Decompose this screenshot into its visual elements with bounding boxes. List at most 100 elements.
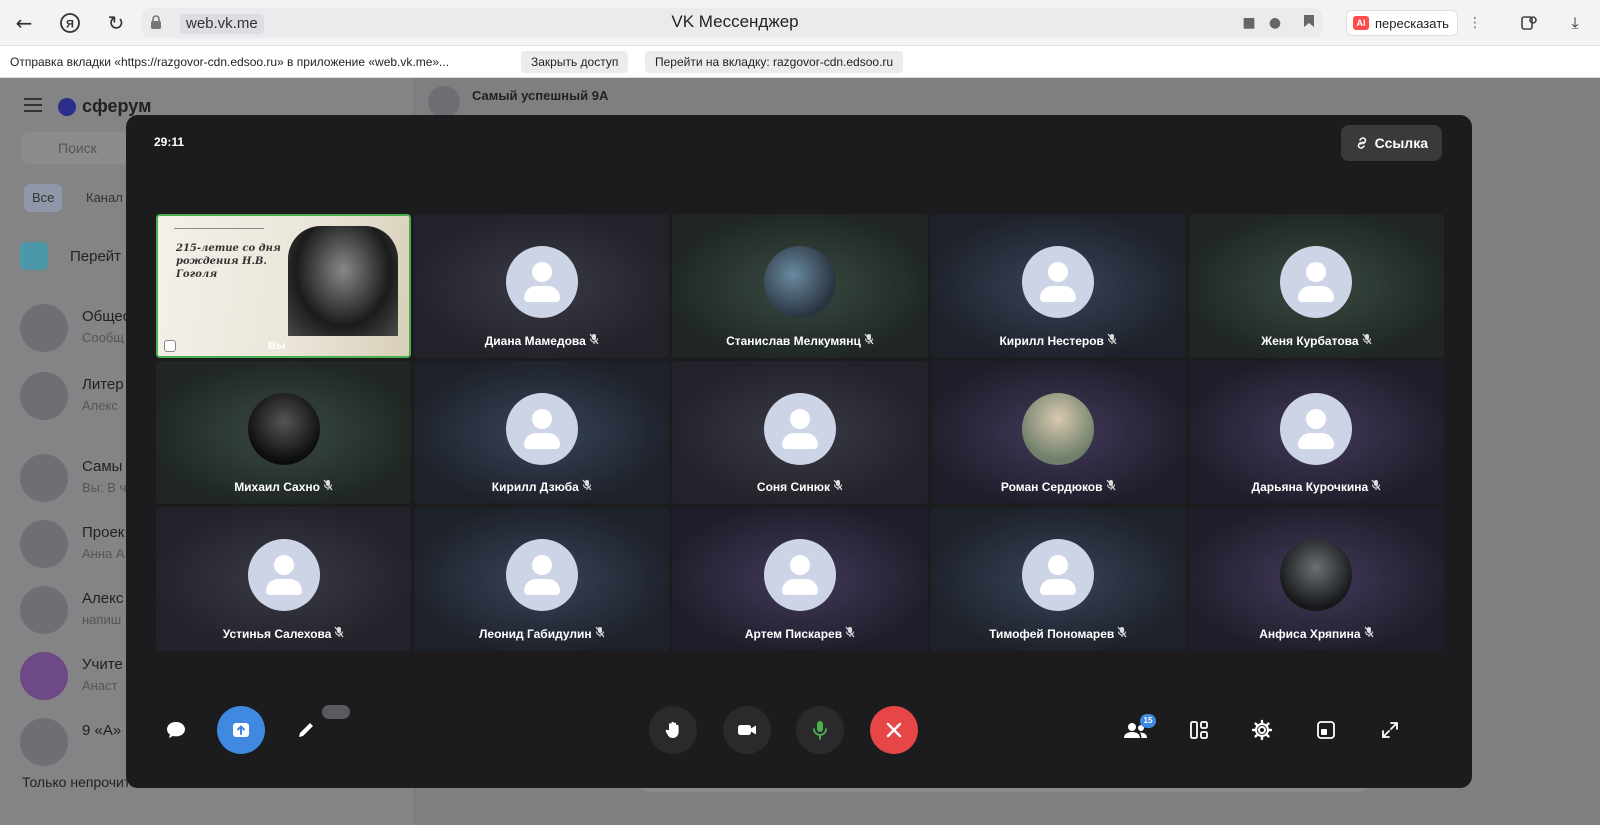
bookmark-icon[interactable]	[1300, 14, 1318, 32]
tab-all[interactable]: Все	[24, 184, 63, 212]
participant-name-text: Тимофей Пономарев	[989, 627, 1115, 641]
microphone-icon	[813, 721, 827, 740]
microphone-toggle-button[interactable]	[796, 706, 844, 754]
close-access-button[interactable]: Закрыть доступ	[521, 51, 629, 73]
layout-button[interactable]	[1175, 706, 1223, 754]
participant-name-text: Диана Мамедова	[484, 333, 586, 348]
participant-tile[interactable]: Женя Курбатова	[1188, 214, 1444, 358]
mic-off-icon	[1106, 479, 1116, 494]
mic-off-icon	[1117, 626, 1127, 641]
avatar-head	[273, 555, 294, 576]
avatar	[1022, 539, 1095, 612]
search-placeholder: Поиск	[58, 140, 97, 156]
mic-off-icon	[1107, 333, 1117, 348]
retell-label: пересказать	[1375, 15, 1449, 31]
avatar-body	[523, 286, 560, 302]
list-item-subtitle: Анаст	[82, 678, 118, 693]
participant-tile[interactable]: Соня Синюк	[672, 360, 928, 505]
mic-off-icon	[1364, 626, 1374, 641]
participant-tile[interactable]: Михаил Сахно	[156, 360, 412, 505]
participant-tile[interactable]: Диана Мамедова	[414, 214, 670, 358]
list-item-subtitle: напиш	[82, 612, 122, 627]
avatar	[247, 392, 320, 465]
app-icon	[20, 242, 48, 270]
avatar-head	[531, 555, 552, 576]
participant-name: Соня Синюк	[672, 479, 927, 494]
minimize-window-button[interactable]	[1302, 706, 1350, 754]
pencil-icon	[299, 723, 313, 737]
participant-tile[interactable]: Кирилл Дзюба	[414, 360, 670, 505]
participant-name: Артем Пискарев	[672, 626, 927, 641]
participant-tile[interactable]: Артем Пискарев	[672, 507, 928, 651]
participant-name: Диана Мамедова	[414, 333, 669, 348]
participant-tile[interactable]: Дарьяна Курочкина	[1188, 360, 1444, 505]
download-icon[interactable]: ⤓	[1566, 14, 1584, 32]
avatar	[505, 246, 578, 318]
avatar-body	[1040, 286, 1077, 302]
avatar	[1022, 246, 1095, 318]
microphone-icon[interactable]: ●	[1266, 14, 1284, 32]
go-to-tab-button[interactable]: Перейти на вкладку: razgovor-cdn.edsoo.r…	[645, 51, 904, 73]
participants-count-badge: 15	[1140, 714, 1156, 728]
camera-toggle-button[interactable]	[723, 706, 771, 754]
video-camera-icon	[738, 725, 756, 735]
avatar-head	[1306, 408, 1327, 429]
participant-name-text: Роман Сердюков	[1000, 480, 1103, 495]
screen: ← Я ↻ web.vk.me VK Мессенджер ■ ● AI пер…	[0, 0, 1600, 825]
retell-button[interactable]: AI пересказать	[1346, 10, 1458, 36]
camera-icon[interactable]: ■	[1240, 14, 1258, 32]
participant-name-text: Михаил Сахно	[234, 480, 320, 495]
avatar-head	[1048, 555, 1069, 576]
copy-link-button[interactable]: Ссылка	[1340, 125, 1442, 161]
tab-channels[interactable]: Канал	[78, 184, 131, 212]
avatar	[763, 539, 836, 612]
raise-hand-button[interactable]	[649, 706, 697, 754]
slide-title: 215-летие со дня рождения Н.В. Гоголя	[176, 243, 281, 280]
participant-tile[interactable]: Тимофей Пономарев	[930, 507, 1186, 651]
participant-tile[interactable]: Кирилл Нестеров	[930, 214, 1186, 358]
participant-tile[interactable]: Леонид Габидулин	[414, 507, 670, 651]
picture-in-picture-icon	[1317, 721, 1335, 739]
participant-name-text: Станислав Мелкумянц	[726, 333, 861, 348]
avatar-body	[781, 432, 818, 449]
participant-name: Устинья Салехова	[156, 626, 411, 641]
list-item-title: 9 «А»	[82, 722, 122, 739]
list-item-title: Проек	[82, 524, 125, 541]
avatar	[1280, 392, 1353, 465]
avatar-head	[1306, 262, 1327, 282]
chat-avatar	[428, 86, 460, 118]
screen-share-icon	[233, 723, 249, 737]
list-item-title: Алекс	[82, 590, 124, 607]
participant-name: Михаил Сахно	[156, 479, 411, 494]
sferum-logo-icon	[58, 97, 76, 116]
hand-icon	[665, 721, 679, 738]
video-call-window: 29:11 Ссылка 215-летие со дня рождения Н…	[126, 115, 1472, 788]
avatar-head	[531, 262, 552, 282]
fullscreen-button[interactable]	[1366, 706, 1414, 754]
chat-button[interactable]	[152, 706, 200, 754]
participant-name: Леонид Габидулин	[414, 626, 669, 641]
settings-button[interactable]	[1238, 706, 1286, 754]
participant-name: Тимофей Пономарев	[931, 626, 1186, 641]
participant-name-text: Дарьяна Курочкина	[1251, 480, 1369, 495]
portrait-image	[288, 226, 398, 336]
avatar	[20, 520, 68, 568]
slide-header-line	[174, 228, 264, 234]
end-call-button[interactable]	[870, 706, 918, 754]
avatar	[20, 454, 68, 502]
participant-tile[interactable]: Станислав Мелкумянц	[672, 214, 928, 358]
participant-tile[interactable]: Роман Сердюков	[930, 360, 1186, 505]
participants-button[interactable]: 15	[1112, 706, 1160, 754]
chat-title: Самый успешный 9А	[472, 88, 609, 103]
mic-off-icon	[582, 479, 592, 494]
extensions-icon[interactable]	[1520, 14, 1538, 32]
participant-tile[interactable]: Анфиса Хряпина	[1188, 507, 1444, 651]
mic-off-icon	[845, 626, 855, 641]
more-vertical-icon[interactable]: ⋮	[1466, 14, 1484, 32]
menu-icon[interactable]	[24, 98, 42, 112]
screen-share-button[interactable]	[217, 706, 265, 754]
participant-tile[interactable]: Устинья Салехова	[156, 507, 412, 651]
self-tile[interactable]: 215-летие со дня рождения Н.В. Гоголя Вы	[156, 214, 412, 358]
list-item-title: Литер	[82, 376, 124, 393]
participant-name-text: Женя Курбатова	[1261, 333, 1359, 348]
